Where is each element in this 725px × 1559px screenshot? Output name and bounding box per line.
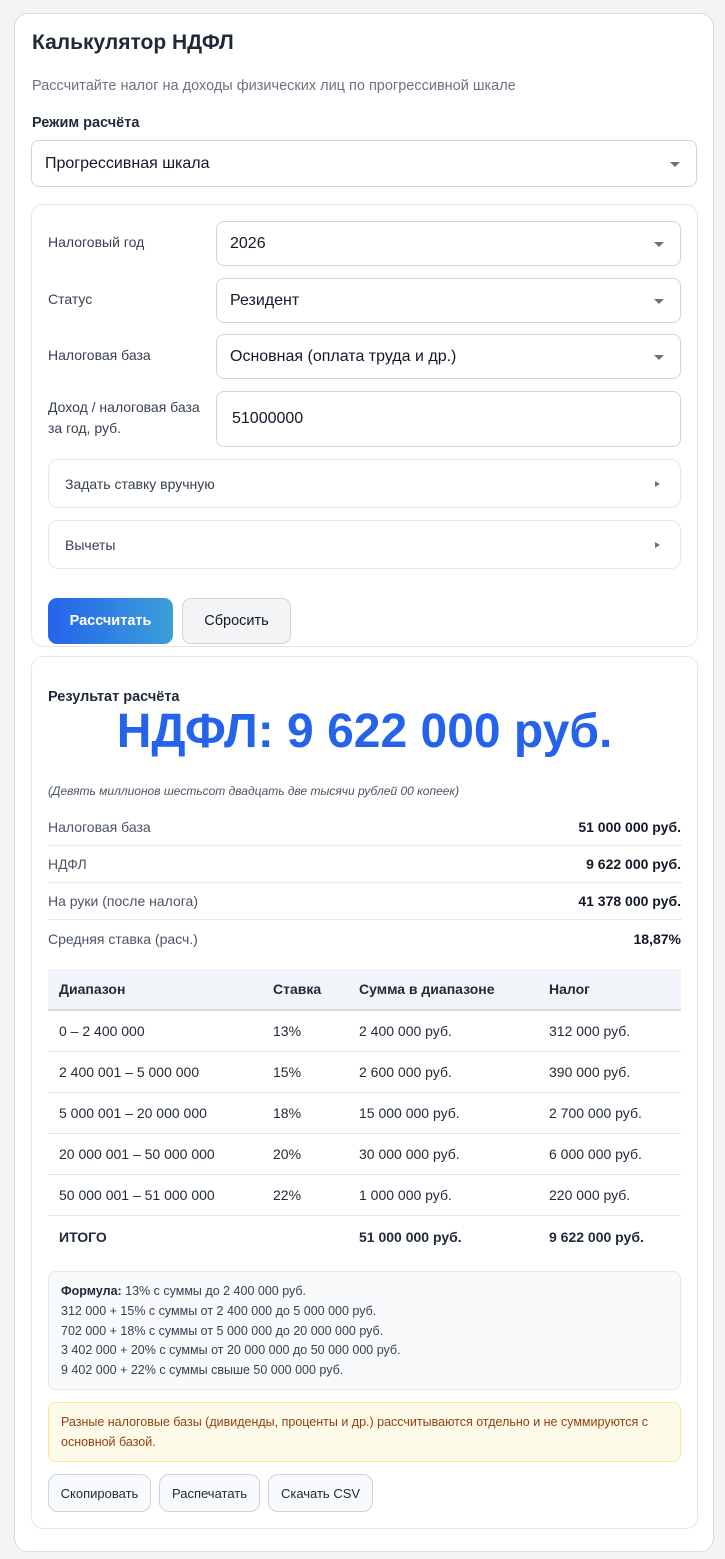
column-header: Налог: [538, 969, 681, 1011]
table-cell: 15 000 000 руб.: [348, 1092, 538, 1134]
table-cell: 20 000 001 – 50 000 000: [48, 1133, 262, 1175]
summary-row-tax: НДФЛ 9 622 000 руб.: [48, 846, 681, 883]
chevron-down-icon: [670, 161, 680, 167]
table-cell: 9 622 000 руб.: [538, 1214, 681, 1258]
table-cell: 20%: [262, 1133, 348, 1175]
deductions-toggle[interactable]: Вычеты: [48, 520, 681, 569]
table-cell: 2 600 000 руб.: [348, 1051, 538, 1093]
formula-line: 9 402 000 + 22% с суммы свыше 50 000 000…: [61, 1363, 344, 1378]
summary-row-rate: Средняя ставка (расч.) 18,87%: [48, 920, 681, 957]
summary-key: Налоговая база: [48, 819, 151, 835]
table-row: 5 000 001 – 20 000 000 18% 15 000 000 ру…: [48, 1092, 681, 1134]
reset-button[interactable]: Сбросить: [182, 598, 291, 644]
tax-amount-words: (Девять миллионов шестьсот двадцать две …: [48, 784, 460, 798]
formula-line: 312 000 + 15% с суммы от 2 400 000 до 5 …: [61, 1303, 377, 1318]
base-type-select-value: Основная (оплата труда и др.): [230, 347, 457, 365]
deductions-label: Вычеты: [65, 536, 116, 553]
summary-value: 18,87%: [633, 930, 681, 947]
mode-label: Режим расчёта: [32, 115, 140, 131]
base-type-label: Налоговая база: [48, 347, 151, 363]
chevron-down-icon: [654, 241, 664, 247]
year-select-value: 2026: [230, 234, 266, 252]
note-box: Разные налоговые базы (дивиденды, процен…: [48, 1402, 681, 1462]
summary-value: 41 378 000 руб.: [578, 893, 681, 909]
bands-table: Диапазон Ставка Сумма в диапазоне Налог …: [48, 969, 681, 1258]
table-total-row: ИТОГО 51 000 000 руб. 9 622 000 руб.: [48, 1214, 681, 1258]
manual-rate-toggle[interactable]: Задать ставку вручную: [48, 459, 681, 508]
table-cell: 0 – 2 400 000: [48, 1010, 262, 1052]
page-subtitle: Рассчитайте налог на доходы физических л…: [32, 78, 516, 94]
triangle-right-icon: [655, 541, 660, 548]
table-row: 0 – 2 400 000 13% 2 400 000 руб. 312 000…: [48, 1010, 681, 1052]
table-cell: 1 000 000 руб.: [348, 1174, 538, 1216]
table-cell: 5 000 001 – 20 000 000: [48, 1092, 262, 1134]
table-cell: 30 000 000 руб.: [348, 1133, 538, 1175]
formula-line: 702 000 + 18% с суммы от 5 000 000 до 20…: [61, 1323, 384, 1338]
tax-amount: НДФЛ: 9 622 000 руб.: [116, 705, 613, 758]
table-cell: 2 400 000 руб.: [348, 1010, 538, 1052]
manual-rate-label: Задать ставку вручную: [65, 475, 215, 492]
table-cell: [262, 1214, 348, 1258]
formula-line: Формула: 13% с суммы до 2 400 000 руб.: [61, 1282, 668, 1302]
column-header: Ставка: [262, 969, 348, 1011]
table-row: 50 000 001 – 51 000 000 22% 1 000 000 ру…: [48, 1174, 681, 1216]
summary-key: Средняя ставка (расч.): [48, 930, 198, 947]
formula-line-text: 13% с суммы до 2 400 000 руб.: [121, 1284, 307, 1298]
table-cell: 13%: [262, 1010, 348, 1052]
calculator-card: Калькулятор НДФЛ Рассчитайте налог на до…: [14, 13, 714, 1552]
summary-key: НДФЛ: [48, 856, 87, 872]
download-csv-button[interactable]: Скачать CSV: [268, 1474, 373, 1512]
income-label-line1: Доход / налоговая база: [48, 399, 200, 415]
status-select-value: Резидент: [230, 291, 300, 309]
summary-value: 9 622 000 руб.: [586, 856, 681, 872]
year-label: Налоговый год: [48, 234, 145, 250]
table-cell: ИТОГО: [48, 1214, 262, 1258]
table-cell: 22%: [262, 1174, 348, 1216]
table-row: 2 400 001 – 5 000 000 15% 2 600 000 руб.…: [48, 1051, 681, 1093]
summary-row-net: На руки (после налога) 41 378 000 руб.: [48, 883, 681, 920]
table-row: 20 000 001 – 50 000 000 20% 30 000 000 р…: [48, 1133, 681, 1175]
triangle-right-icon: [655, 480, 660, 487]
table-cell: 312 000 руб.: [538, 1010, 681, 1052]
chevron-down-icon: [654, 298, 664, 304]
result-panel: Результат расчёта НДФЛ: 9 622 000 руб. (…: [31, 656, 698, 1529]
income-input[interactable]: [216, 391, 681, 447]
result-heading: Результат расчёта: [48, 689, 180, 705]
table-cell: 2 700 000 руб.: [538, 1092, 681, 1134]
table-cell: 390 000 руб.: [538, 1051, 681, 1093]
table-cell: 220 000 руб.: [538, 1174, 681, 1216]
column-header: Диапазон: [48, 969, 262, 1011]
chevron-down-icon: [654, 354, 664, 360]
table-cell: 18%: [262, 1092, 348, 1134]
mode-select-value: Прогрессивная шкала: [45, 154, 210, 172]
table-header-row: Диапазон Ставка Сумма в диапазоне Налог: [48, 969, 681, 1011]
base-type-select[interactable]: Основная (оплата труда и др.): [216, 334, 681, 379]
summary-value: 51 000 000 руб.: [578, 819, 681, 835]
copy-button[interactable]: Скопировать: [48, 1474, 151, 1512]
form-panel: Налоговый год 2026 Статус Резидент Налог…: [31, 204, 698, 647]
formula-line: 3 402 000 + 20% с суммы от 20 000 000 до…: [61, 1343, 401, 1358]
page-title: Калькулятор НДФЛ: [32, 31, 234, 54]
summary-key: На руки (после налога): [48, 893, 199, 909]
table-cell: 2 400 001 – 5 000 000: [48, 1051, 262, 1093]
table-cell: 6 000 000 руб.: [538, 1133, 681, 1175]
calculate-button[interactable]: Рассчитать: [48, 598, 173, 644]
formula-label: Формула:: [61, 1284, 122, 1298]
income-label: Доход / налоговая база за год, руб.: [48, 397, 200, 439]
status-label: Статус: [48, 291, 93, 307]
table-cell: 51 000 000 руб.: [348, 1214, 538, 1258]
print-button[interactable]: Распечатать: [159, 1474, 260, 1512]
mode-select[interactable]: Прогрессивная шкала: [31, 140, 697, 187]
summary-row-base: Налоговая база 51 000 000 руб.: [48, 809, 681, 846]
formula-box: Формула: 13% с суммы до 2 400 000 руб. 3…: [48, 1271, 681, 1390]
year-select[interactable]: 2026: [216, 221, 681, 266]
column-header: Сумма в диапазоне: [348, 969, 538, 1011]
table-cell: 50 000 001 – 51 000 000: [48, 1174, 262, 1216]
table-cell: 15%: [262, 1051, 348, 1093]
income-label-line2: за год, руб.: [48, 420, 122, 436]
status-select[interactable]: Резидент: [216, 278, 681, 323]
